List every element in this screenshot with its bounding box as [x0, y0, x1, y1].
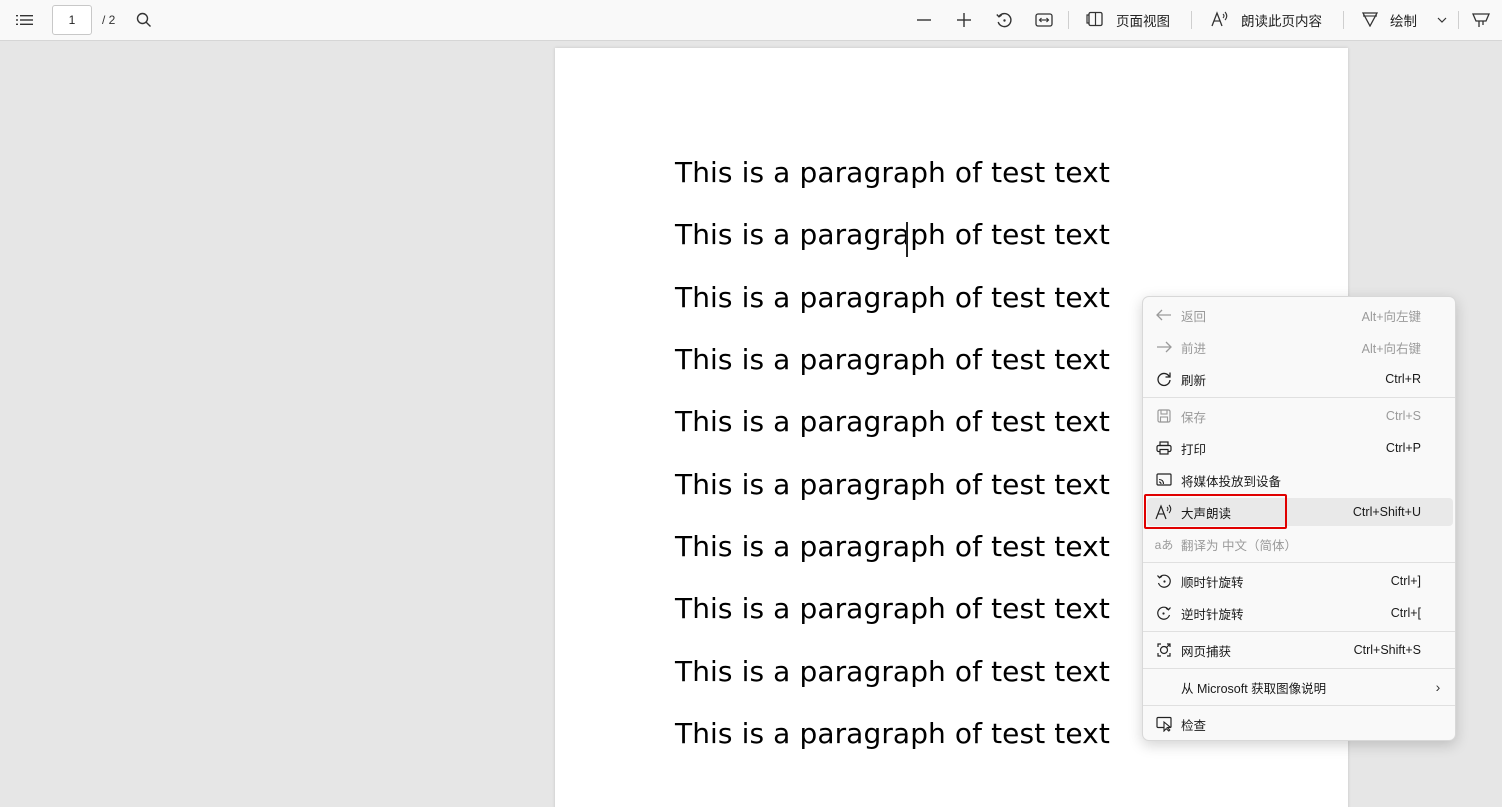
menu-item-label: 检查 — [1181, 718, 1207, 733]
print-icon — [1147, 441, 1181, 455]
menu-item-translate[interactable]: aあ 翻译为 中文（简体） — [1147, 530, 1453, 558]
paragraph: This is a paragraph of test text — [675, 405, 1110, 438]
menu-item-save[interactable]: 保存 Ctrl+S — [1147, 402, 1453, 430]
draw-icon — [1361, 11, 1379, 30]
zoom-in-icon[interactable] — [949, 0, 979, 40]
draw-button[interactable]: 绘制 — [1361, 0, 1417, 40]
arrow-right-icon — [1147, 341, 1181, 353]
toolbar-divider — [1191, 11, 1192, 29]
menu-item-label: 从 Microsoft 获取图像说明 — [1181, 681, 1327, 696]
read-aloud-icon — [1211, 10, 1229, 30]
paragraph: This is a paragraph of test text — [675, 281, 1110, 314]
menu-item-cast[interactable]: 将媒体投放到设备 — [1147, 466, 1453, 494]
search-icon[interactable] — [129, 0, 159, 40]
highlight-annotation-box — [1144, 494, 1287, 529]
page-view-button[interactable]: 页面视图 — [1086, 0, 1170, 40]
web-capture-icon — [1147, 642, 1181, 658]
menu-item-forward[interactable]: 前进 Alt+向右键 — [1147, 333, 1453, 361]
read-aloud-label: 朗读此页内容 — [1241, 14, 1322, 29]
menu-item-refresh[interactable]: 刷新 Ctrl+R — [1147, 365, 1453, 393]
paragraph: This is a paragraph of test text — [675, 592, 1110, 625]
chevron-right-icon: › — [1435, 679, 1441, 695]
paragraph: This is a paragraph of test text — [675, 218, 1110, 251]
menu-item-shortcut: Ctrl+P — [1385, 441, 1421, 455]
menu-item-label: 打印 — [1181, 442, 1207, 457]
refresh-icon — [1147, 371, 1181, 387]
save-icon — [1147, 409, 1181, 423]
menu-item-label: 返回 — [1181, 309, 1207, 324]
menu-item-image-descriptions[interactable]: 从 Microsoft 获取图像说明 › — [1147, 673, 1453, 701]
highlight-icon[interactable] — [1470, 0, 1492, 40]
menu-item-label: 保存 — [1181, 410, 1207, 425]
translate-icon: aあ — [1154, 537, 1174, 552]
paragraph: This is a paragraph of test text — [675, 156, 1110, 189]
menu-divider — [1143, 562, 1455, 563]
menu-item-rotate-counterclockwise[interactable]: 逆时针旋转 Ctrl+[ — [1147, 599, 1453, 627]
menu-item-label: 逆时针旋转 — [1181, 607, 1244, 622]
menu-item-shortcut: Ctrl+Shift+S — [1353, 643, 1421, 657]
inspect-icon — [1147, 716, 1181, 732]
zoom-out-icon[interactable] — [909, 0, 939, 40]
toolbar-divider — [1343, 11, 1344, 29]
menu-item-label: 将媒体投放到设备 — [1181, 474, 1282, 489]
menu-item-print[interactable]: 打印 Ctrl+P — [1147, 434, 1453, 462]
paragraph: This is a paragraph of test text — [675, 717, 1110, 750]
menu-item-shortcut: Ctrl+R — [1385, 372, 1421, 386]
rotate-icon[interactable] — [989, 0, 1019, 40]
page-view-icon — [1086, 11, 1104, 30]
menu-item-label: 网页捕获 — [1181, 644, 1232, 659]
paragraph: This is a paragraph of test text — [675, 343, 1110, 376]
menu-item-label: 翻译为 中文（简体） — [1181, 538, 1297, 553]
menu-divider — [1143, 631, 1455, 632]
page-total: / 2 — [102, 13, 116, 27]
menu-item-label: 刷新 — [1181, 373, 1207, 388]
read-aloud-button[interactable]: 朗读此页内容 — [1211, 0, 1322, 40]
menu-divider — [1143, 668, 1455, 669]
table-of-contents-icon[interactable] — [10, 0, 40, 40]
menu-item-label: 前进 — [1181, 341, 1207, 356]
text-cursor — [906, 222, 908, 257]
toolbar-divider — [1068, 11, 1069, 29]
menu-item-shortcut: Ctrl+Shift+U — [1352, 505, 1421, 519]
menu-item-web-capture[interactable]: 网页捕获 Ctrl+Shift+S — [1147, 636, 1453, 664]
page-view-label: 页面视图 — [1116, 14, 1170, 29]
draw-label: 绘制 — [1390, 14, 1417, 29]
menu-item-shortcut: Alt+向右键 — [1361, 341, 1421, 356]
menu-item-back[interactable]: 返回 Alt+向左键 — [1147, 301, 1453, 329]
paragraph: This is a paragraph of test text — [675, 468, 1110, 501]
menu-item-shortcut: Ctrl+] — [1390, 574, 1421, 588]
rotate-clockwise-icon — [1147, 573, 1181, 589]
toolbar-divider — [1458, 11, 1459, 29]
pdf-toolbar: 1 / 2 页面视图 朗读此页内容 绘制 — [0, 0, 1502, 41]
menu-divider — [1143, 705, 1455, 706]
fit-width-icon[interactable] — [1029, 0, 1059, 40]
menu-item-inspect[interactable]: 检查 — [1147, 710, 1453, 738]
menu-item-rotate-clockwise[interactable]: 顺时针旋转 Ctrl+] — [1147, 567, 1453, 595]
arrow-left-icon — [1147, 309, 1181, 321]
menu-divider — [1143, 397, 1455, 398]
page-number-input[interactable]: 1 — [52, 5, 92, 35]
paragraph: This is a paragraph of test text — [675, 655, 1110, 688]
menu-item-shortcut: Ctrl+S — [1385, 409, 1421, 423]
cast-icon — [1147, 473, 1181, 487]
chevron-down-icon[interactable] — [1434, 0, 1450, 40]
menu-item-shortcut: Alt+向左键 — [1361, 309, 1421, 324]
rotate-counterclockwise-icon — [1147, 605, 1181, 621]
menu-item-shortcut: Ctrl+[ — [1390, 606, 1421, 620]
menu-item-label: 顺时针旋转 — [1181, 575, 1244, 590]
paragraph: This is a paragraph of test text — [675, 530, 1110, 563]
